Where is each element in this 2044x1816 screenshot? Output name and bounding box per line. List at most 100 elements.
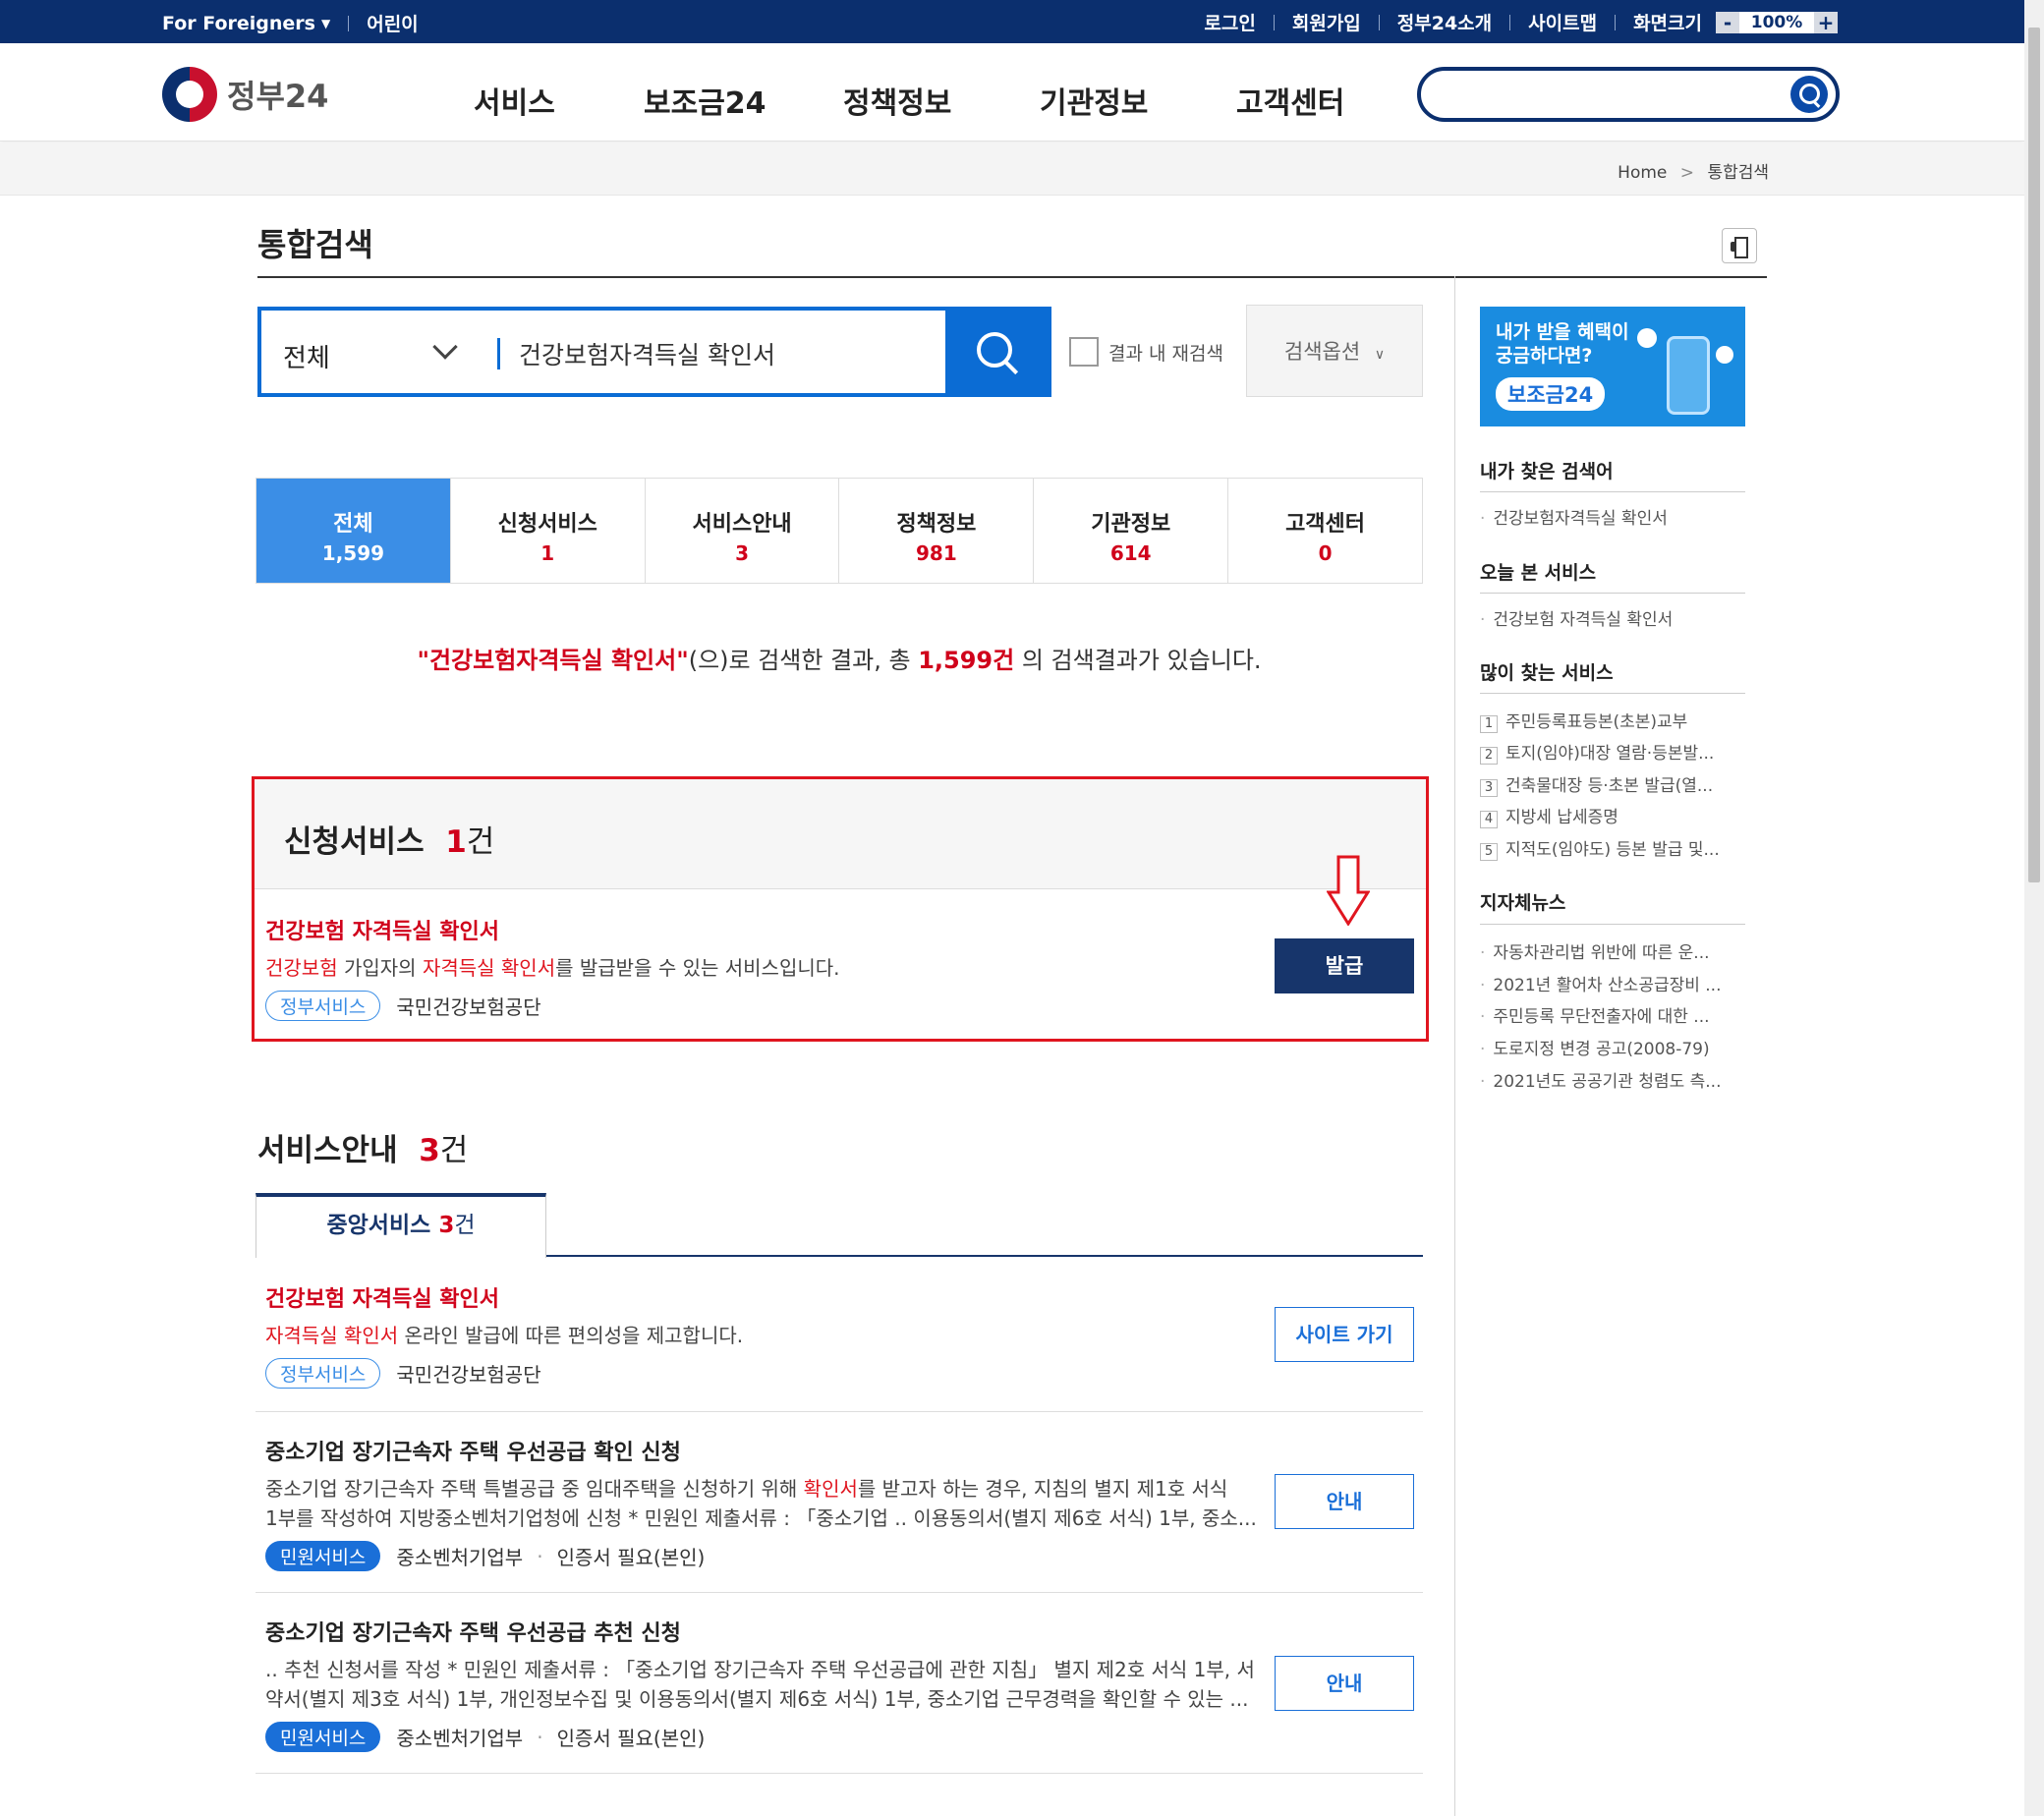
search-input[interactable]: 건강보험자격득실 확인서 [519, 336, 775, 371]
guide-button[interactable]: 안내 [1275, 1474, 1414, 1529]
top-utility-bar: For Foreigners ▼ 어린이 로그인 회원가입 정부24소개 사이트… [0, 0, 2024, 43]
local-news-title: 지자체뉴스 [1480, 892, 1566, 914]
zoom-in-button[interactable]: + [1814, 11, 1838, 33]
research-checkbox[interactable]: 결과 내 재검색 [1069, 337, 1223, 367]
checkbox-icon[interactable] [1069, 337, 1099, 367]
divider [1509, 14, 1511, 30]
search-summary: "건강보험자격득실 확인서"(으)로 검색한 결과, 총 1,599건 의 검색… [256, 641, 1423, 675]
tab-agency-info[interactable]: 기관정보 614 [1034, 479, 1229, 583]
menu-subsidy24[interactable]: 보조금24 [644, 79, 766, 122]
apply-item: 건강보험 자격득실 확인서 건강보험 가입자의 자격득실 확인서를 발급받을 수… [265, 914, 840, 1021]
service-type-badge: 민원서비스 [265, 1541, 381, 1571]
meta-separator: · [537, 1725, 543, 1749]
main-navigation: 정부24 서비스 보조금24 정책정보 기관정보 고객센터 [0, 43, 2024, 142]
guide-button[interactable]: 안내 [1275, 1656, 1414, 1711]
menu-services[interactable]: 서비스 [474, 79, 555, 122]
bubble-icon [1716, 346, 1733, 364]
tab-central-services[interactable]: 중앙서비스 3건 [256, 1193, 546, 1258]
tab-count: 1 [540, 541, 555, 565]
chevron-down-icon[interactable] [432, 334, 458, 360]
input-caret [497, 338, 500, 369]
item-title-link[interactable]: 건강보험 자격득실 확인서 [265, 914, 840, 945]
service-type-badge: 정부서비스 [265, 991, 381, 1021]
page-title: 통합검색 [257, 226, 373, 263]
screen-size-label: 화면크기 [1633, 13, 1702, 34]
subtab-underline [546, 1255, 1423, 1257]
summary-query: "건강보험자격득실 확인서" [417, 647, 689, 674]
integrated-search-box: 전체 건강보험자격득실 확인서 [257, 307, 1051, 397]
my-search-item[interactable]: · 건강보험자격득실 확인서 [1480, 504, 1668, 529]
popular-item[interactable]: 5 지적도(임야도) 등본 발급 및... [1480, 835, 1720, 861]
tab-service-guide[interactable]: 서비스안내 3 [646, 479, 840, 583]
popular-item[interactable]: 2 토지(임야)대장 열람·등본발... [1480, 739, 1714, 765]
divider [1378, 14, 1380, 30]
gov-emblem-icon [162, 67, 217, 122]
research-label: 결과 내 재검색 [1108, 342, 1223, 365]
tab-label: 서비스안내 [692, 512, 792, 537]
divider [256, 1773, 1423, 1774]
news-item[interactable]: · 자동차관리법 위반에 따른 운... [1480, 938, 1710, 963]
vertical-scrollbar[interactable] [2024, 0, 2044, 1816]
chevron-down-icon[interactable]: ▼ [321, 17, 330, 30]
news-item[interactable]: · 도로지정 변경 공고(2008-79) [1480, 1035, 1710, 1059]
category-select[interactable]: 전체 [283, 338, 330, 374]
scrollbar-thumb[interactable] [2028, 28, 2040, 882]
about-link[interactable]: 정부24소개 [1397, 9, 1492, 35]
for-foreigners-link[interactable]: For Foreigners [162, 13, 315, 34]
sidebar-divider [1454, 276, 1455, 1816]
tab-policy-info[interactable]: 정책정보 981 [839, 479, 1035, 583]
phone-icon [1667, 336, 1710, 415]
search-options-label: 검색옵션 [1283, 340, 1361, 364]
list-item: 중소기업 장기근속자 주택 우선공급 확인 신청 중소기업 장기근속자 주택 특… [265, 1435, 1257, 1571]
tab-all[interactable]: 전체 1,599 [256, 479, 451, 583]
today-service-item[interactable]: · 건강보험 자격득실 확인서 [1480, 605, 1673, 630]
breadcrumb: Home > 통합검색 [0, 142, 2024, 196]
zoom-control: - 100% + [1716, 11, 1838, 33]
zoom-out-button[interactable]: - [1716, 11, 1739, 33]
tab-apply-services[interactable]: 신청서비스 1 [451, 479, 646, 583]
divider [1480, 593, 1745, 594]
item-title-link[interactable]: 건강보험 자격득실 확인서 [265, 1281, 743, 1313]
item-meta: 민원서비스 중소벤처기업부 · 인증서 필요(본인) [265, 1722, 1255, 1752]
divider [1480, 924, 1745, 925]
sitemap-link[interactable]: 사이트맵 [1528, 9, 1597, 35]
title-divider [257, 276, 1767, 278]
summary-text-end: 의 검색결과가 있습니다. [1014, 647, 1262, 674]
search-icon[interactable] [1790, 76, 1828, 113]
service-type-badge: 정부서비스 [265, 1358, 381, 1389]
popular-item[interactable]: 4 지방세 납세증명 [1480, 803, 1618, 828]
list-item: 건강보험 자격득실 확인서 자격득실 확인서 온라인 발급에 따른 편의성을 제… [265, 1281, 743, 1389]
menu-policy-info[interactable]: 정책정보 [843, 79, 951, 122]
item-title-link[interactable]: 중소기업 장기근속자 주택 우선공급 확인 신청 [265, 1435, 1257, 1466]
tab-label: 정책정보 [896, 512, 977, 537]
menu-agency-info[interactable]: 기관정보 [1040, 79, 1148, 122]
search-options-button[interactable]: 검색옵션 ∨ [1246, 305, 1423, 397]
login-link[interactable]: 로그인 [1204, 9, 1255, 35]
meta-separator: · [537, 1544, 543, 1568]
breadcrumb-home[interactable]: Home [1618, 163, 1667, 183]
global-search-input[interactable] [1417, 67, 1840, 122]
news-item[interactable]: · 주민등록 무단전출자에 대한 ... [1480, 1002, 1710, 1027]
issue-button[interactable]: 발급 [1275, 938, 1414, 993]
print-icon[interactable] [1722, 228, 1757, 263]
kids-link[interactable]: 어린이 [367, 10, 418, 36]
popular-item[interactable]: 3 건축물대장 등·초본 발급(열... [1480, 771, 1713, 797]
menu-customer-center[interactable]: 고객센터 [1236, 79, 1344, 122]
popular-item[interactable]: 1 주민등록표등본(초본)교부 [1480, 708, 1687, 733]
tab-label: 전체 [333, 512, 373, 537]
service-type-badge: 민원서비스 [265, 1722, 381, 1752]
item-desc: 자격득실 확인서 온라인 발급에 따른 편의성을 제고합니다. [265, 1324, 744, 1347]
signup-link[interactable]: 회원가입 [1292, 9, 1361, 35]
site-logo[interactable]: 정부24 [162, 67, 328, 122]
go-to-site-button[interactable]: 사이트 가기 [1275, 1307, 1414, 1362]
subsidy24-banner[interactable]: 내가 받을 혜택이 궁금하다면? 보조금24 [1480, 307, 1745, 426]
divider [348, 15, 350, 31]
divider [1615, 14, 1617, 30]
search-button[interactable] [945, 307, 1051, 397]
news-item[interactable]: · 2021년 활어차 산소공급장비 ... [1480, 971, 1722, 995]
news-item[interactable]: · 2021년도 공공기관 청렴도 측... [1480, 1067, 1722, 1092]
item-title-link[interactable]: 중소기업 장기근속자 주택 우선공급 추천 신청 [265, 1616, 1255, 1647]
tab-customer-center[interactable]: 고객센터 0 [1228, 479, 1422, 583]
divider [1273, 14, 1275, 30]
item-meta: 정부서비스 국민건강보험공단 [265, 991, 840, 1021]
